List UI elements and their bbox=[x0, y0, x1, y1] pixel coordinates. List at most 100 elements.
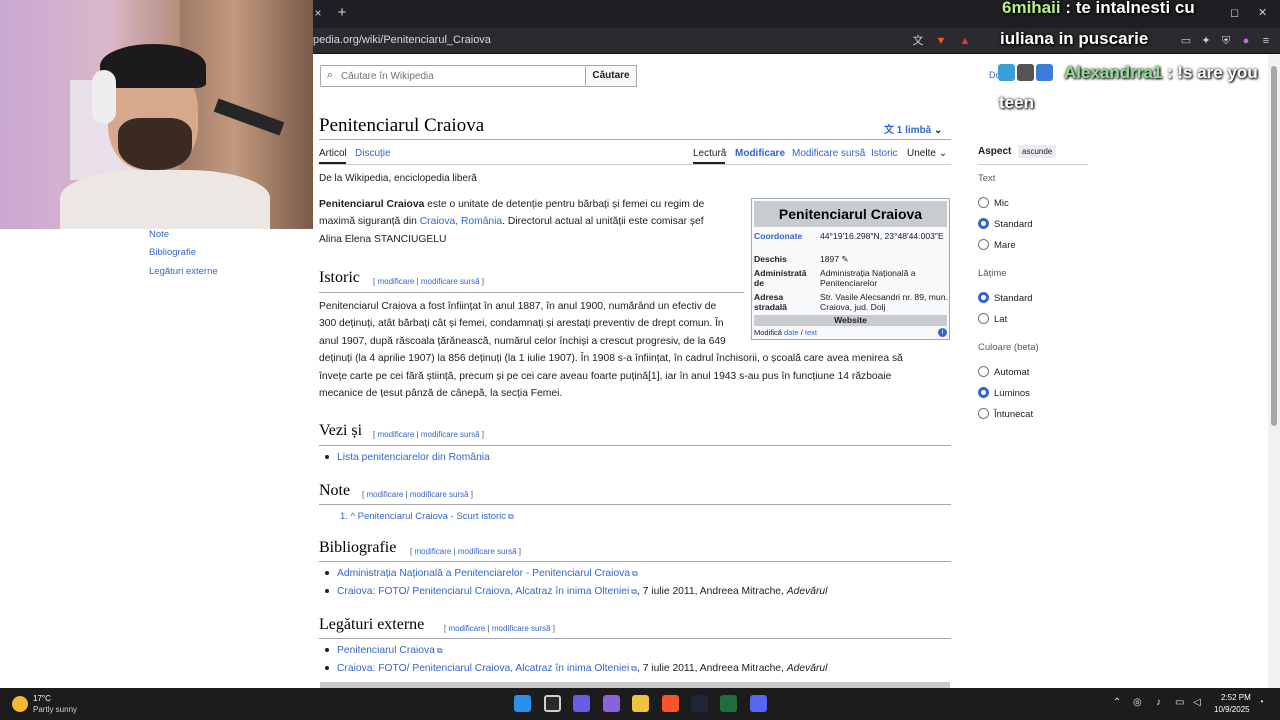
app-icon[interactable] bbox=[573, 695, 590, 712]
url-field[interactable]: pedia.org/wiki/Penitenciarul_Craiova bbox=[313, 34, 491, 46]
section-edit-links: [ modificare | modificare sursă ] bbox=[373, 430, 485, 439]
search-input[interactable] bbox=[341, 68, 581, 84]
heading-istoric: Istoric bbox=[319, 269, 360, 286]
list-item: Penitenciarul Craiova ⧉ bbox=[325, 645, 443, 656]
microphone-tray-icon[interactable]: ♪ bbox=[1156, 697, 1161, 708]
heading-divider bbox=[319, 638, 951, 639]
tab-istoric[interactable]: Istoric bbox=[871, 148, 898, 159]
link-craiova[interactable]: Craiova bbox=[420, 216, 455, 227]
wallet-icon[interactable]: ● bbox=[1238, 33, 1254, 49]
steam-icon[interactable] bbox=[691, 695, 708, 712]
external-link-icon: ⧉ bbox=[632, 569, 638, 578]
discord-icon[interactable] bbox=[750, 695, 767, 712]
extensions-icon[interactable]: ✦ bbox=[1198, 33, 1214, 49]
list-item: Administrația Națională a Penitenciarelo… bbox=[325, 568, 638, 579]
tab-lectura[interactable]: Lectură bbox=[693, 148, 726, 159]
clock-date[interactable]: 10/9/2025 bbox=[1214, 705, 1250, 714]
tab-lectura-indicator bbox=[693, 162, 725, 164]
tab-modificare-sursa[interactable]: Modificare sursă bbox=[792, 148, 865, 159]
heading-divider bbox=[319, 504, 951, 505]
tagline: De la Wikipedia, enciclopedia liberă bbox=[319, 173, 477, 184]
external-link-icon: ⧉ bbox=[508, 512, 514, 521]
color-heading: Culoare (beta) bbox=[978, 342, 1039, 353]
radio-text-mare[interactable]: Mare bbox=[978, 239, 1016, 251]
radio-color-intunecat[interactable]: Întunecat bbox=[978, 408, 1033, 420]
tab-articol[interactable]: Articol bbox=[319, 148, 347, 159]
chat-badges bbox=[998, 64, 1055, 82]
badge-icon bbox=[998, 64, 1015, 82]
tab-discutie[interactable]: Discuție bbox=[355, 148, 391, 159]
brave-browser-icon[interactable] bbox=[662, 695, 679, 712]
width-heading: Lățime bbox=[978, 268, 1007, 279]
page-title: Penitenciarul Craiova bbox=[319, 115, 485, 136]
new-tab-button[interactable]: + bbox=[334, 3, 350, 23]
toc-link-note[interactable]: Note bbox=[149, 229, 169, 240]
text-size-heading: Text bbox=[978, 173, 996, 184]
rewards-icon[interactable]: ▲ bbox=[957, 33, 973, 49]
intro-paragraph: Penitenciarul Craiova este o unitate de … bbox=[319, 199, 705, 245]
weather-sun-icon[interactable] bbox=[12, 696, 28, 712]
heading-note: Note bbox=[319, 482, 351, 499]
brave-shields-icon[interactable]: ▼ bbox=[933, 33, 949, 49]
radio-text-mic[interactable]: Mic bbox=[978, 197, 1009, 209]
radio-color-automat[interactable]: Automat bbox=[978, 366, 1029, 378]
language-button[interactable]: 文 1 limbă ⌄ bbox=[884, 121, 942, 136]
badge-icon bbox=[1036, 64, 1053, 82]
menu-icon[interactable]: ≡ bbox=[1258, 33, 1274, 49]
badge-icon bbox=[1017, 64, 1034, 82]
heading-bibliografie: Bibliografie bbox=[319, 539, 397, 556]
section-edit-links: [ modificare | modificare sursă ] bbox=[362, 490, 474, 499]
section-edit-links: [ modificare | modificare sursă ] bbox=[373, 277, 485, 286]
vpn-shield-icon[interactable]: ⛨ bbox=[1218, 33, 1234, 49]
clock-time[interactable]: 2:52 PM bbox=[1221, 693, 1251, 702]
tray-app-icon[interactable]: ◎ bbox=[1133, 697, 1142, 708]
excel-icon[interactable] bbox=[720, 695, 737, 712]
task-view-icon[interactable] bbox=[544, 695, 561, 712]
radio-color-luminos[interactable]: Luminos bbox=[978, 387, 1030, 399]
chevron-down-icon: ⌄ bbox=[938, 148, 948, 159]
radio-text-standard[interactable]: Standard bbox=[978, 218, 1033, 230]
radio-width-lat[interactable]: Lat bbox=[978, 313, 1007, 325]
infobox-title: Penitenciarul Craiova bbox=[754, 201, 947, 227]
hide-aspect-button[interactable]: ascunde bbox=[1018, 145, 1057, 158]
volume-icon[interactable]: ◁ bbox=[1193, 697, 1201, 708]
tab-unelte[interactable]: Unelte ⌄ bbox=[907, 148, 947, 159]
toc-link-legaturi[interactable]: Legături externe bbox=[149, 266, 218, 277]
section-edit-links: [ modificare | modificare sursă ] bbox=[410, 547, 522, 556]
search-button[interactable]: Căutare bbox=[585, 65, 637, 87]
aspect-heading: Aspect bbox=[978, 146, 1012, 157]
weather-status[interactable]: Partly sunny bbox=[33, 705, 77, 714]
chevron-down-icon: ⌄ bbox=[934, 125, 943, 136]
scrollbar-thumb[interactable] bbox=[1271, 66, 1277, 426]
chat-message-line: teen bbox=[999, 93, 1034, 112]
file-explorer-icon[interactable] bbox=[632, 695, 649, 712]
maximize-icon[interactable]: ◻ bbox=[1230, 6, 1239, 19]
list-item: Craiova: FOTO/ Penitenciarul Craiova, Al… bbox=[325, 586, 827, 597]
heading-vezi-si: Vezi și bbox=[319, 422, 363, 439]
radio-width-standard[interactable]: Standard bbox=[978, 292, 1033, 304]
tray-chevron-icon[interactable]: ⌃ bbox=[1113, 697, 1121, 708]
start-icon[interactable] bbox=[514, 695, 531, 712]
headphones-icon bbox=[92, 70, 116, 124]
title-divider bbox=[319, 139, 951, 140]
sidebar-icon[interactable]: ▭ bbox=[1178, 33, 1194, 49]
translate-lang-icon: 文 bbox=[884, 125, 894, 136]
heading-divider bbox=[319, 561, 951, 562]
heading-legaturi-externe: Legături externe bbox=[319, 616, 425, 633]
close-window-icon[interactable]: ✕ bbox=[1258, 6, 1267, 19]
search-icon: ⌕ bbox=[327, 69, 334, 81]
tab-modificare[interactable]: Modificare bbox=[735, 148, 785, 159]
weather-temp[interactable]: 17°C bbox=[33, 694, 51, 703]
page-scrollbar[interactable] bbox=[1268, 54, 1280, 688]
notification-icon[interactable]: ◔ bbox=[1258, 697, 1264, 708]
aspect-divider bbox=[978, 164, 1088, 165]
copilot-icon[interactable] bbox=[603, 695, 620, 712]
link-romania[interactable]: România bbox=[461, 216, 502, 227]
network-icon[interactable]: ▭ bbox=[1175, 697, 1184, 708]
tab-articol-indicator bbox=[319, 162, 346, 164]
translate-icon[interactable]: 文 bbox=[910, 33, 926, 49]
toc-link-bibliografie[interactable]: Bibliografie bbox=[149, 247, 196, 258]
chat-message: Alexandrra1 : !s are you bbox=[1064, 63, 1258, 82]
istoric-paragraph: Penitenciarul Craiova a fost înființat î… bbox=[319, 301, 903, 400]
search-box[interactable]: ⌕ bbox=[320, 65, 586, 87]
